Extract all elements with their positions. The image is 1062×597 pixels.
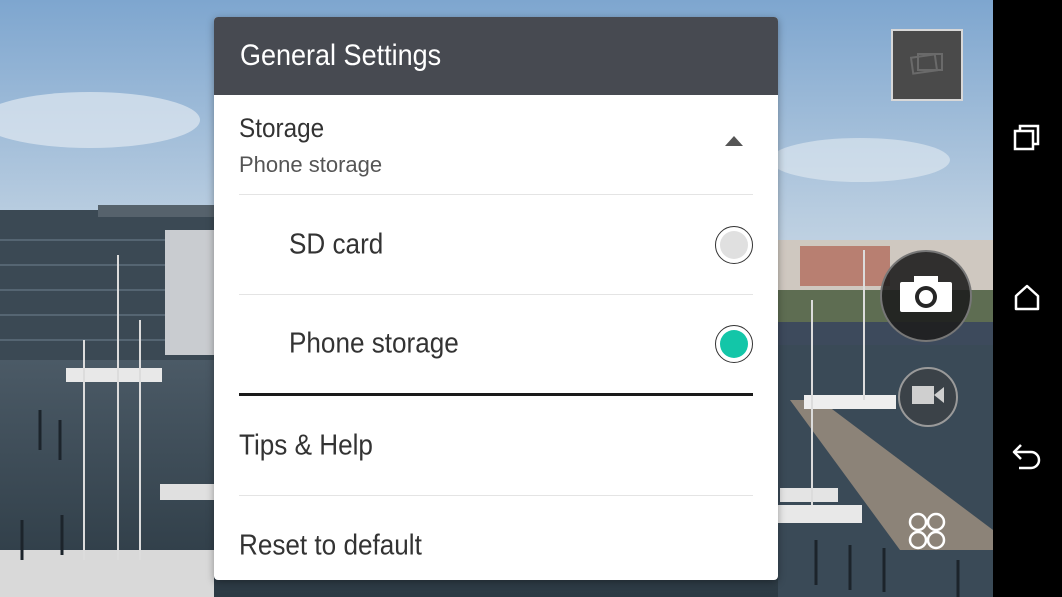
home-button[interactable] (1003, 275, 1051, 323)
radio-indicator (720, 330, 748, 358)
gallery-icon (909, 50, 944, 80)
radio-indicator (720, 230, 748, 259)
dialog-title: General Settings (240, 39, 442, 72)
menu-item-reset-default[interactable]: Reset to default (239, 496, 753, 580)
general-settings-dialog: General Settings Storage Phone storage S… (214, 17, 778, 580)
radio-button[interactable] (715, 325, 753, 363)
video-camera-icon (910, 384, 946, 410)
menu-item-tips-help[interactable]: Tips & Help (239, 396, 753, 496)
camera-icon (898, 274, 954, 318)
home-icon (1012, 282, 1042, 316)
storage-setting[interactable]: Storage Phone storage (239, 95, 753, 195)
recent-apps-button[interactable] (1003, 116, 1051, 164)
chevron-up-icon[interactable] (721, 131, 747, 151)
menu-item-label: Reset to default (239, 529, 422, 561)
option-label: Phone storage (289, 327, 459, 360)
storage-selected-value: Phone storage (239, 152, 383, 177)
storage-option-sd-card[interactable]: SD card (239, 195, 753, 295)
option-label: SD card (289, 228, 384, 260)
back-button[interactable] (1003, 434, 1051, 482)
gallery-thumbnail-button[interactable] (891, 29, 963, 101)
camera-modes-button[interactable] (904, 510, 950, 556)
video-record-button[interactable] (898, 367, 958, 427)
navigation-bar (993, 0, 1062, 597)
menu-item-label: Tips & Help (239, 429, 373, 461)
back-icon (1011, 441, 1043, 475)
storage-title: Storage (239, 113, 325, 143)
radio-button[interactable] (715, 225, 753, 264)
shutter-button[interactable] (880, 250, 972, 342)
recent-apps-icon (1012, 123, 1042, 157)
camera-modes-icon (907, 511, 947, 555)
dialog-header: General Settings (214, 17, 778, 95)
settings-list: Storage Phone storage SD card Phone stor… (214, 95, 778, 580)
storage-option-phone-storage[interactable]: Phone storage (239, 295, 753, 396)
